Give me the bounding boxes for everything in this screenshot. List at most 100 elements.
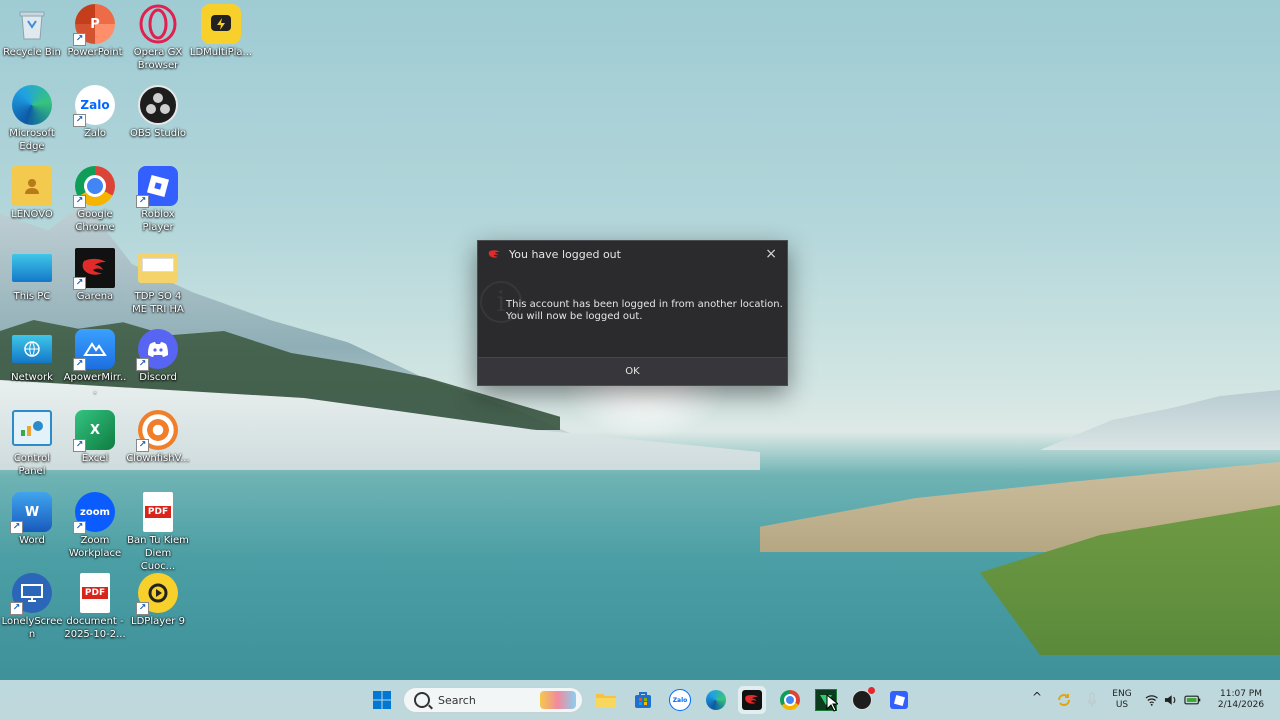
taskbar-edge[interactable] xyxy=(704,688,728,712)
desktop-icon-label: Zalo xyxy=(84,128,106,139)
taskbar-microsoft-store[interactable] xyxy=(631,688,655,712)
start-button[interactable] xyxy=(370,688,394,712)
desktop-icon-ldmultiplayer[interactable]: LDMultiPla... xyxy=(189,4,253,59)
desktop-icon-this-pc[interactable]: This PC xyxy=(0,248,64,303)
edge-icon xyxy=(12,85,52,125)
microphone-icon xyxy=(1087,692,1097,707)
desktop-icon-zoom-workplace[interactable]: zoom ↗ Zoom Workplace xyxy=(63,492,127,560)
tray-network-volume-battery[interactable] xyxy=(1145,688,1201,712)
desktop-icon-microsoft-edge[interactable]: Microsoft Edge xyxy=(0,85,64,153)
taskbar: Search Zalo ^ ENG US 11:07 PM 2/14/2026 xyxy=(0,680,1280,720)
ldmultiplayer-icon xyxy=(201,4,241,44)
shortcut-arrow-icon: ↗ xyxy=(73,114,86,127)
close-icon[interactable]: × xyxy=(765,246,777,262)
desktop-icon-recycle-bin[interactable]: Recycle Bin xyxy=(0,4,64,59)
roblox-icon: ↗ xyxy=(136,166,178,208)
zalo-icon: Zalo xyxy=(669,689,691,711)
language-code: ENG xyxy=(1112,689,1132,699)
desktop-icon-ban-tu-kiem-pdf[interactable]: PDF Ban Tu Kiem Diem Cuoc... xyxy=(126,492,190,573)
powerpoint-icon: P ↗ xyxy=(73,4,115,46)
pdf-badge: PDF xyxy=(81,587,109,599)
ldplayer-icon: ↗ xyxy=(136,573,178,615)
zoom-icon-text: zoom xyxy=(80,506,110,518)
desktop-icon-opera-gx[interactable]: Opera GX Browser xyxy=(126,4,190,72)
desktop-icon-apowermirror[interactable]: ↗ ApowerMirr... xyxy=(63,329,127,397)
desktop-icon-clownfish[interactable]: ↗ ClownfishV... xyxy=(126,410,190,465)
clock[interactable]: 11:07 PM 2/14/2026 xyxy=(1213,689,1269,711)
pdf-file-icon: PDF xyxy=(80,573,110,613)
tray-sync-app[interactable] xyxy=(1052,688,1076,712)
desktop-icon-word[interactable]: W ↗ Word xyxy=(0,492,64,547)
taskbar-file-explorer[interactable] xyxy=(594,688,618,712)
taskbar-zalo[interactable]: Zalo xyxy=(668,688,692,712)
zoom-icon: zoom ↗ xyxy=(73,492,115,534)
taskbar-obs-studio[interactable] xyxy=(850,687,875,712)
mouse-cursor-icon xyxy=(826,694,838,712)
desktop-icon-label: Microsoft Edge xyxy=(9,128,55,152)
dialog-message-line2: You will now be logged out. xyxy=(506,311,643,322)
desktop-icon-label: document - 2025-10-2... xyxy=(64,616,126,640)
dialog-body: i This account has been logged in from a… xyxy=(478,267,787,357)
obs-icon xyxy=(852,687,875,710)
recording-badge xyxy=(868,687,875,694)
zalo-icon-text: Zalo xyxy=(80,98,110,112)
desktop-icon-roblox-player[interactable]: ↗ Roblox Player xyxy=(126,166,190,234)
desktop-icon-label: LDMultiPla... xyxy=(189,47,253,58)
taskbar-chrome[interactable] xyxy=(778,688,802,712)
language-region: US xyxy=(1115,700,1129,710)
taskbar-garena[interactable] xyxy=(738,686,766,714)
folder-icon xyxy=(596,694,616,708)
shortcut-arrow-icon: ↗ xyxy=(136,602,149,615)
desktop-icon-tdp-folder[interactable]: TDP SO 4 ME TRI HA xyxy=(126,248,190,316)
taskbar-search-box[interactable]: Search xyxy=(403,687,583,713)
garena-icon: ↗ xyxy=(73,248,115,290)
desktop-icon-zalo[interactable]: Zalo ↗ Zalo xyxy=(63,85,127,140)
desktop-icon-excel[interactable]: X ↗ Excel xyxy=(63,410,127,465)
taskbar-roblox[interactable] xyxy=(887,688,911,712)
desktop-icon-label: ApowerMirr... xyxy=(63,372,127,396)
tray-microphone[interactable] xyxy=(1080,688,1104,712)
desktop-icon-network[interactable]: Network xyxy=(0,329,64,384)
monitor-icon xyxy=(12,254,52,282)
desktop-icon-label: Word xyxy=(19,535,45,546)
chrome-icon xyxy=(780,690,800,710)
desktop-icon-label: LonelyScreen xyxy=(1,616,63,640)
shortcut-arrow-icon: ↗ xyxy=(73,33,86,46)
desktop-icon-lonelyscreen[interactable]: ↗ LonelyScreen xyxy=(0,573,64,641)
store-icon xyxy=(635,692,651,708)
battery-icon xyxy=(1184,695,1201,705)
shortcut-arrow-icon: ↗ xyxy=(136,358,149,371)
shortcut-arrow-icon: ↗ xyxy=(136,195,149,208)
desktop-icon-lenovo[interactable]: LENOVO xyxy=(0,166,64,221)
dialog-title-bar[interactable]: You have logged out × xyxy=(478,241,787,267)
garena-icon xyxy=(742,690,762,710)
desktop-icon-label: Control Panel xyxy=(13,453,51,477)
search-placeholder: Search xyxy=(438,693,476,707)
desktop-icon-label: This PC xyxy=(13,291,51,302)
dialog-message-line1: This account has been logged in from ano… xyxy=(506,299,783,310)
shortcut-arrow-icon: ↗ xyxy=(73,195,86,208)
recycle-bin-icon xyxy=(12,4,52,44)
desktop-icon-garena[interactable]: ↗ Garena xyxy=(63,248,127,303)
ok-button-label: OK xyxy=(625,366,640,377)
opera-gx-icon xyxy=(138,4,178,44)
desktop-icon-discord[interactable]: ↗ Discord xyxy=(126,329,190,384)
desktop-icon-google-chrome[interactable]: ↗ Google Chrome xyxy=(63,166,127,234)
ok-button[interactable]: OK xyxy=(478,357,787,385)
desktop-icon-ldplayer-9[interactable]: ↗ LDPlayer 9 xyxy=(126,573,190,628)
pdf-badge: PDF xyxy=(144,506,172,518)
desktop-icon-control-panel[interactable]: Control Panel xyxy=(0,410,64,478)
folder-icon xyxy=(138,253,178,283)
clock-date: 2/14/2026 xyxy=(1217,700,1265,710)
show-hidden-icons-chevron[interactable]: ^ xyxy=(1031,691,1043,703)
shortcut-arrow-icon: ↗ xyxy=(10,602,23,615)
shortcut-arrow-icon: ↗ xyxy=(73,277,86,290)
desktop-icon-powerpoint[interactable]: P ↗ PowerPoint xyxy=(63,4,127,59)
desktop-icon-label: Recycle Bin xyxy=(3,47,61,58)
input-language-indicator[interactable]: ENG US xyxy=(1108,689,1136,711)
desktop-icon-label: Opera GX Browser xyxy=(133,47,183,71)
zalo-icon: Zalo ↗ xyxy=(73,85,115,127)
word-icon: W ↗ xyxy=(10,492,52,534)
desktop-icon-document-pdf[interactable]: PDF document - 2025-10-2... xyxy=(63,573,127,641)
desktop-icon-obs-studio[interactable]: OBS Studio xyxy=(126,85,190,140)
